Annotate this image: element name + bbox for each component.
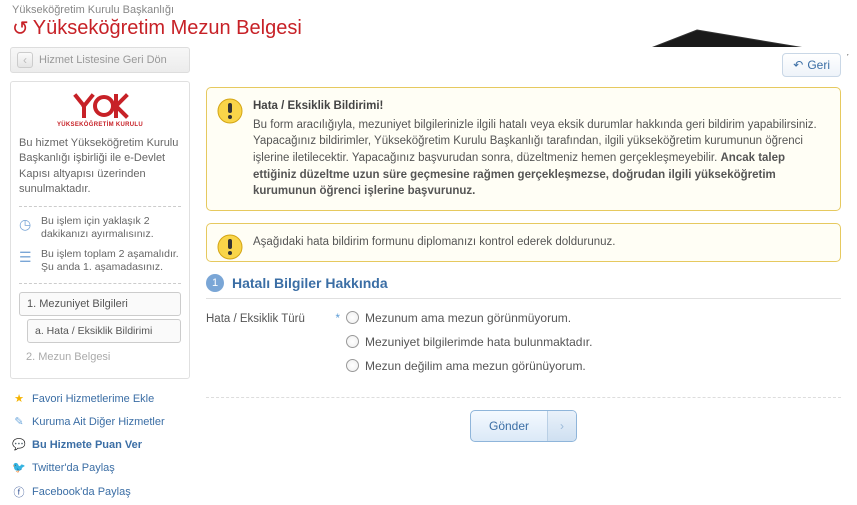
opt-not-graduate-shown[interactable]: Mezun değilim ama mezun görünüyorum. bbox=[346, 359, 841, 373]
warning-icon bbox=[217, 234, 243, 260]
radio-icon bbox=[346, 311, 359, 324]
chat-icon: 💬 bbox=[12, 438, 26, 451]
service-description: Bu hizmet Yükseköğretim Kurulu Başkanlığ… bbox=[19, 136, 181, 198]
back-button[interactable]: ↶ Geri bbox=[782, 53, 841, 77]
org-name: Yükseköğretim Kurulu Başkanlığı bbox=[12, 4, 857, 16]
opt-graduation-info-error[interactable]: Mezuniyet bilgilerimde hata bulunmaktadı… bbox=[346, 335, 841, 349]
radio-icon bbox=[346, 335, 359, 348]
time-info: Bu işlem için yaklaşık 2 dakikanızı ayır… bbox=[41, 215, 181, 242]
back-label: Hizmet Listesine Geri Dön bbox=[39, 54, 167, 66]
link-other-services[interactable]: ✎ Kuruma Ait Diğer Hizmetler bbox=[10, 410, 190, 433]
share-icon: ✎ bbox=[12, 415, 26, 428]
page-title: Yükseköğretim Mezun Belgesi bbox=[33, 17, 302, 40]
clock-icon: ◷ bbox=[19, 215, 35, 242]
list-icon: ☰ bbox=[19, 248, 35, 275]
opt-graduate-not-shown[interactable]: Mezunum ama mezun görünmüyorum. bbox=[346, 311, 841, 325]
link-share-twitter[interactable]: 🐦 Twitter'da Paylaş bbox=[10, 456, 190, 479]
twitter-icon: 🐦 bbox=[12, 461, 26, 474]
notice-title: Hata / Eksiklik Bildirimi! bbox=[253, 98, 828, 115]
refresh-icon: ↺ bbox=[12, 16, 29, 41]
radio-icon bbox=[346, 359, 359, 372]
chevron-left-icon: ‹ bbox=[17, 52, 33, 68]
chevron-right-icon: › bbox=[548, 411, 576, 441]
back-to-services-button[interactable]: ‹ Hizmet Listesine Geri Dön bbox=[10, 47, 190, 73]
form-instruction-notice: Aşağıdaki hata bildirim formunu diploman… bbox=[206, 223, 841, 262]
step-number: 1 bbox=[206, 274, 224, 292]
steps-info: Bu işlem toplam 2 aşamalıdır. Şu anda 1.… bbox=[41, 248, 181, 275]
facebook-icon: ⓕ bbox=[12, 484, 26, 500]
nav-graduate-cert: 2. Mezun Belgesi bbox=[19, 346, 181, 368]
warning-icon bbox=[217, 98, 243, 124]
undo-icon: ↶ bbox=[793, 58, 803, 72]
yok-logo: YÜKSEKÖĞRETİM KURULU bbox=[19, 92, 181, 128]
link-share-facebook[interactable]: ⓕ Facebook'da Paylaş bbox=[10, 479, 190, 505]
link-add-favorite[interactable]: ★ Favori Hizmetlerime Ekle bbox=[10, 387, 190, 410]
error-type-label: Hata / Eksiklik Türü * bbox=[206, 311, 346, 383]
nav-graduation-info[interactable]: 1. Mezuniyet Bilgileri bbox=[19, 292, 181, 316]
info-notice: Hata / Eksiklik Bildirimi! Bu form aracı… bbox=[206, 87, 841, 211]
notice-body: Bu form aracılığıyla, mezuniyet bilgiler… bbox=[253, 117, 828, 200]
step-title: Hatalı Bilgiler Hakkında bbox=[232, 275, 388, 291]
nav-error-report[interactable]: a. Hata / Eksiklik Bildirimi bbox=[27, 319, 181, 343]
required-star-icon: * bbox=[336, 313, 340, 325]
link-rate-service[interactable]: 💬 Bu Hizmete Puan Ver bbox=[10, 433, 190, 456]
star-icon: ★ bbox=[12, 392, 26, 405]
submit-button[interactable]: Gönder › bbox=[470, 410, 577, 442]
